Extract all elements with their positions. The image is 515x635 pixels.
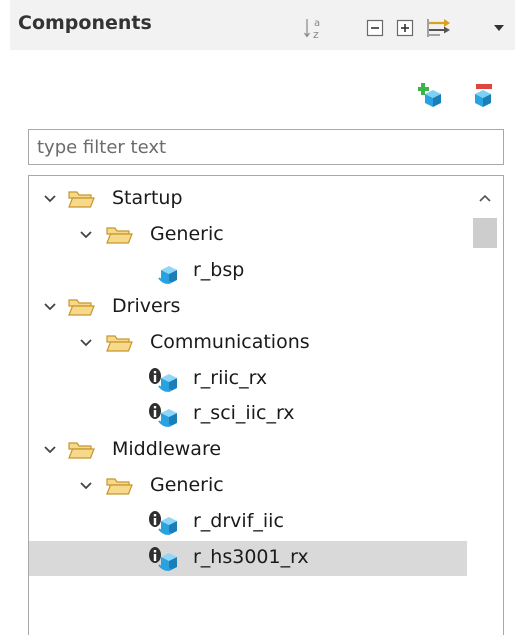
tree-folder-row[interactable]: Generic (29, 469, 467, 504)
component-icon-wrap (147, 545, 183, 573)
tree-item-label: Communications (150, 330, 310, 353)
tree-item-label: r_bsp (193, 258, 245, 281)
tree-folder-row[interactable]: Middleware (29, 433, 467, 468)
add-component-button[interactable] (417, 82, 444, 108)
folder-open-icon (68, 191, 95, 208)
tree-folder-row[interactable]: Generic (29, 218, 467, 253)
chevron-down-icon (80, 231, 92, 239)
view-menu-dropdown-icon (494, 25, 504, 31)
tree-item-label: Startup (112, 187, 183, 209)
tree-item-label: r_riic_rx (193, 366, 268, 389)
component-icon-wrap (147, 509, 183, 537)
tree-folder-row[interactable]: Communications (29, 326, 467, 361)
chevron-down-icon (44, 195, 56, 203)
folder-open-icon (68, 299, 95, 316)
add-component-icon (417, 83, 441, 107)
vertical-scrollbar[interactable] (467, 176, 503, 635)
tree-item-label: r_hs3001_rx (193, 546, 309, 568)
chevron-down-icon (80, 482, 92, 490)
component-info-icon (149, 367, 177, 392)
component-info-icon (149, 511, 177, 536)
folder-icon-wrap (67, 295, 95, 319)
chevron-down-icon (80, 338, 92, 346)
tree-component-row[interactable]: r_bsp (29, 254, 467, 289)
chevron-down-icon (44, 446, 56, 454)
expand-toggle[interactable] (77, 477, 95, 495)
remove-component-icon (475, 84, 492, 107)
panel-header: Components a z (10, 0, 515, 50)
folder-icon-wrap (105, 474, 133, 498)
component-info-icon (149, 547, 177, 571)
expand-toggle[interactable] (41, 441, 59, 459)
expand-toggle[interactable] (77, 226, 95, 244)
sync-button[interactable] (424, 16, 454, 40)
tree-item-label: Generic (150, 474, 224, 497)
folder-icon-wrap (105, 331, 133, 355)
tree-folder-row[interactable]: Drivers (29, 290, 467, 325)
scrollbar-thumb[interactable] (473, 218, 497, 248)
component-icon-wrap (147, 401, 183, 429)
component-tree: Startup Generic r_bsp Drivers Communicat… (28, 175, 504, 635)
sync-arrows-icon (427, 19, 450, 37)
filter-input[interactable] (28, 129, 504, 165)
tree-item-label: Generic (150, 222, 224, 245)
tree-item-label: Drivers (112, 294, 181, 317)
component-icon-wrap (147, 366, 183, 394)
tree-item-label: Middleware (112, 438, 222, 461)
component-icon-wrap (147, 258, 183, 286)
component-icon (158, 265, 177, 284)
folder-icon-wrap (105, 223, 133, 247)
folder-open-icon (106, 334, 133, 352)
chevron-down-icon (44, 303, 56, 310)
expand-toggle[interactable] (77, 334, 95, 352)
expand-toggle[interactable] (41, 298, 59, 316)
folder-open-icon (106, 227, 133, 244)
expand-toggle[interactable] (41, 190, 59, 208)
remove-component-button[interactable] (470, 82, 496, 108)
folder-open-icon (106, 478, 133, 495)
collapse-all-button[interactable] (363, 16, 387, 40)
collapse-all-icon (366, 19, 384, 37)
tree-component-row[interactable]: r_riic_rx (29, 362, 467, 397)
view-menu-button[interactable] (491, 16, 507, 40)
tree-component-row[interactable]: r_drvif_iic (29, 505, 467, 540)
folder-icon-wrap (67, 187, 95, 211)
sort-alphabetical-icon: a z (304, 18, 320, 40)
panel-title: Components (18, 12, 152, 34)
svg-text:z: z (313, 28, 319, 40)
scroll-up-icon[interactable] (477, 190, 493, 206)
component-info-icon (149, 403, 177, 428)
expand-all-button[interactable] (393, 16, 417, 40)
expand-all-icon (396, 19, 414, 37)
folder-open-icon (68, 442, 95, 459)
tree-folder-row[interactable]: Startup (29, 182, 467, 217)
tree-component-row[interactable]: r_hs3001_rx (29, 541, 467, 576)
sort-alphabetical-button[interactable]: a z (303, 16, 327, 40)
tree-component-row[interactable]: r_sci_iic_rx (29, 397, 467, 432)
tree-item-label: r_drvif_iic (193, 510, 284, 533)
tree-item-label: r_sci_iic_rx (193, 402, 295, 425)
folder-icon-wrap (67, 438, 95, 462)
